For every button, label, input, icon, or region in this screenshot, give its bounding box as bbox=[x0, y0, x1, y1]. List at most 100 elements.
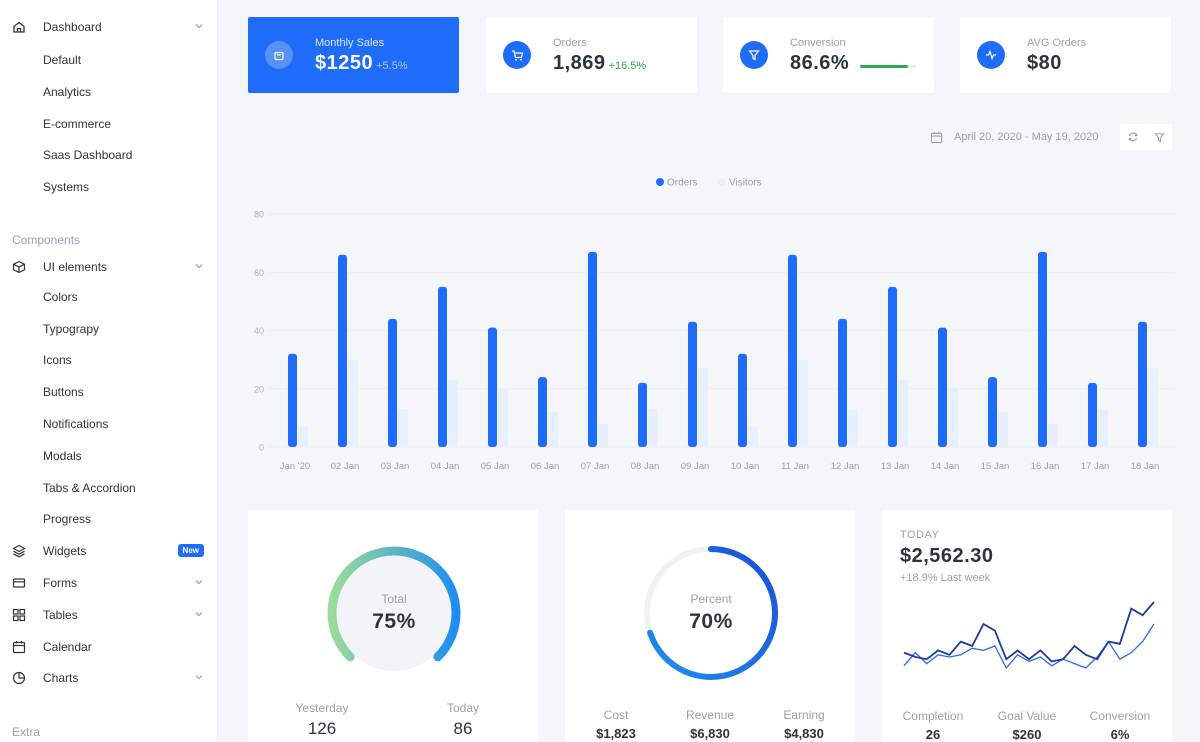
x-tick-label: 06 Jan bbox=[531, 461, 560, 472]
chevron-down-icon bbox=[195, 24, 203, 29]
stat-card-conversion: Conversion 86.6% bbox=[723, 17, 934, 93]
stat-value-text: 1,869 bbox=[553, 52, 606, 74]
stat-change: +16.5% bbox=[608, 60, 647, 72]
sidebar-item-label: Calendar bbox=[43, 640, 92, 654]
visitors-bar bbox=[998, 412, 1008, 447]
x-tick-label: 11 Jan bbox=[781, 461, 809, 472]
date-range-picker[interactable]: April 20, 2020 - May 19, 2020 bbox=[930, 125, 1098, 149]
ring-label: Percent bbox=[690, 592, 732, 606]
stat-label: Orders bbox=[553, 37, 587, 49]
visitors-bar bbox=[898, 380, 908, 447]
visitors-bar bbox=[648, 409, 658, 447]
sidebar-subitem-tabs[interactable]: Tabs & Accordion bbox=[43, 476, 136, 500]
x-tick-label: 16 Jan bbox=[1031, 461, 1060, 472]
visitors-bar bbox=[348, 359, 358, 447]
y-tick-label: 80 bbox=[254, 210, 264, 220]
x-tick-label: 04 Jan bbox=[431, 461, 460, 472]
orders-bar bbox=[538, 377, 547, 447]
stat-card-orders: Orders 1,869 +16.5% bbox=[486, 17, 697, 93]
orders-bar bbox=[638, 382, 647, 447]
pie-icon bbox=[12, 671, 26, 685]
sidebar-subitem-typography[interactable]: Typograpy bbox=[43, 317, 99, 341]
y-tick-label: 60 bbox=[254, 268, 264, 278]
x-tick-label: 13 Jan bbox=[881, 461, 910, 472]
refresh-button[interactable] bbox=[1120, 124, 1146, 150]
sidebar-subitem-icons[interactable]: Icons bbox=[43, 348, 72, 372]
goal-stat: Goal Value $260 bbox=[982, 709, 1072, 742]
orders-bar bbox=[1088, 382, 1097, 447]
visitors-bar bbox=[798, 359, 808, 447]
stat-value: 1,869 +16.5% bbox=[553, 52, 646, 75]
filter-button[interactable] bbox=[1146, 124, 1172, 150]
yesterday-label: Yesterday bbox=[295, 701, 349, 715]
sidebar-item-dashboard[interactable]: Dashboard bbox=[0, 12, 218, 42]
sidebar-subitem-ecommerce[interactable]: E-commerce bbox=[43, 112, 111, 136]
x-tick-label: 10 Jan bbox=[731, 461, 760, 472]
sidebar-subitem-notifications[interactable]: Notifications bbox=[43, 412, 108, 436]
today-label: Today bbox=[446, 701, 480, 715]
new-badge: New bbox=[177, 544, 204, 557]
cost-stat: Cost $1,823 bbox=[571, 708, 661, 741]
chevron-down-icon bbox=[195, 675, 203, 680]
goal-value: $260 bbox=[1012, 727, 1042, 742]
conversion-label: Conversion bbox=[1089, 709, 1151, 723]
legend-swatch bbox=[718, 178, 726, 186]
percent-ring-card: Percent 70% Cost $1,823 Revenue $6,830 E… bbox=[565, 510, 855, 742]
sidebar-subitem-progress[interactable]: Progress bbox=[43, 507, 91, 531]
legend-label: Visitors bbox=[729, 178, 762, 189]
sidebar-item-tables[interactable]: Tables bbox=[0, 600, 218, 630]
sidebar-item-forms[interactable]: Forms bbox=[0, 568, 218, 598]
stat-card-avg-orders: AVG Orders $80 bbox=[960, 17, 1171, 93]
stat-value: $1250 +5.5% bbox=[315, 52, 408, 75]
conversion-value: 6% bbox=[1110, 727, 1130, 742]
legend-swatch bbox=[656, 178, 664, 186]
sidebar-subitem-buttons[interactable]: Buttons bbox=[43, 380, 84, 404]
sidebar-subitem-saas[interactable]: Saas Dashboard bbox=[43, 143, 132, 167]
x-tick-label: 12 Jan bbox=[831, 461, 860, 472]
stat-change: +5.5% bbox=[376, 60, 408, 72]
visitors-bar bbox=[1148, 368, 1158, 447]
x-tick-label: 02 Jan bbox=[331, 461, 360, 472]
revenue-value: $6,830 bbox=[690, 726, 730, 741]
cart-icon bbox=[503, 41, 531, 69]
sidebar-item-charts[interactable]: Charts bbox=[0, 663, 218, 693]
orders-bar bbox=[788, 254, 797, 447]
sidebar-item-calendar[interactable]: Calendar bbox=[0, 632, 218, 662]
orders-bar bbox=[288, 353, 297, 447]
gauge-label: Total bbox=[381, 592, 407, 606]
sparkline-series-b bbox=[903, 623, 1155, 670]
visitors-bar bbox=[298, 426, 308, 447]
orders-bar bbox=[738, 353, 747, 447]
sparkline-series-a bbox=[903, 601, 1155, 663]
sidebar-item-label: Tables bbox=[43, 608, 78, 622]
sidebar-subitem-analytics[interactable]: Analytics bbox=[43, 80, 91, 104]
chart-legend: Orders Visitors bbox=[656, 178, 762, 189]
stat-label: Monthly Sales bbox=[315, 37, 385, 49]
x-tick-label: 03 Jan bbox=[381, 461, 410, 472]
cost-label: Cost bbox=[603, 708, 629, 722]
today-label: TODAY bbox=[900, 529, 940, 541]
calendar-icon bbox=[930, 131, 943, 143]
revenue-label: Revenue bbox=[685, 708, 735, 722]
bag-icon bbox=[265, 41, 293, 69]
visitors-bar bbox=[598, 423, 608, 447]
date-range-text: April 20, 2020 - May 19, 2020 bbox=[954, 131, 1099, 143]
conversion-progress-fill bbox=[860, 65, 909, 68]
completion-label: Completion bbox=[902, 709, 964, 723]
sidebar-item-widgets[interactable]: Widgets New bbox=[0, 536, 218, 566]
activity-icon bbox=[977, 41, 1005, 69]
stat-value: 86.6% bbox=[790, 52, 850, 74]
orders-bar bbox=[1138, 321, 1147, 447]
sidebar-item-label: Charts bbox=[43, 671, 79, 685]
sidebar-subitem-default[interactable]: Default bbox=[43, 48, 81, 72]
sidebar-item-label: Dashboard bbox=[43, 20, 102, 34]
sidebar-item-ui-elements[interactable]: UI elements bbox=[0, 252, 218, 282]
orders-bar bbox=[588, 251, 597, 447]
sidebar-subitem-modals[interactable]: Modals bbox=[43, 444, 82, 468]
cube-icon bbox=[12, 260, 26, 274]
sidebar-subitem-colors[interactable]: Colors bbox=[43, 285, 78, 309]
chevron-down-icon bbox=[195, 264, 203, 269]
orders-bar bbox=[388, 318, 397, 447]
x-tick-label: 05 Jan bbox=[481, 461, 510, 472]
sidebar-subitem-systems[interactable]: Systems bbox=[43, 175, 89, 199]
